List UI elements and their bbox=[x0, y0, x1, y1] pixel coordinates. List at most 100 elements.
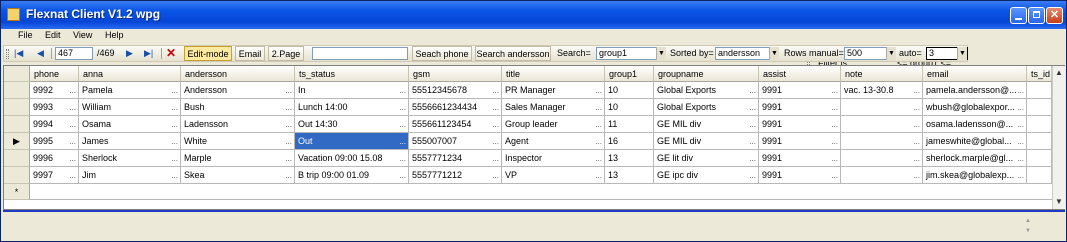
cell-ellipsis-icon[interactable]: ... bbox=[399, 82, 406, 98]
column-header-group1[interactable]: group1 bbox=[605, 66, 654, 82]
grid-cell[interactable]: Skea... bbox=[181, 167, 295, 184]
grid-cell[interactable]: White... bbox=[181, 133, 295, 150]
vertical-scrollbar[interactable]: ▲ ▼ bbox=[1052, 66, 1065, 209]
cell-ellipsis-icon[interactable]: ... bbox=[595, 82, 602, 98]
grid-cell[interactable]: 9991... bbox=[759, 82, 841, 99]
grid-cell[interactable]: 5557771212... bbox=[409, 167, 502, 184]
chevron-down-icon[interactable]: ▼ bbox=[886, 47, 896, 60]
grid-cell[interactable]: 16 bbox=[605, 133, 654, 150]
cell-ellipsis-icon[interactable]: ... bbox=[285, 150, 292, 166]
cell-ellipsis-icon[interactable]: ... bbox=[399, 133, 406, 149]
cell-ellipsis-icon[interactable]: ... bbox=[171, 99, 178, 115]
grid-cell[interactable]: Out 14:30... bbox=[295, 116, 409, 133]
grid-cell[interactable]: Jim... bbox=[79, 167, 181, 184]
delete-record-icon[interactable]: ✕ bbox=[166, 46, 176, 61]
grid-cell[interactable]: 555661123454... bbox=[409, 116, 502, 133]
cell-ellipsis-icon[interactable]: ... bbox=[399, 99, 406, 115]
grid-cell[interactable]: 9991... bbox=[759, 116, 841, 133]
search-input[interactable] bbox=[312, 47, 408, 60]
menu-file[interactable]: File bbox=[18, 30, 33, 40]
column-header-andersson[interactable]: andersson bbox=[181, 66, 295, 82]
cell-ellipsis-icon[interactable]: ... bbox=[1017, 150, 1024, 166]
status-scroll-icon[interactable]: ▲ ▼ bbox=[1023, 216, 1033, 236]
scroll-down-icon[interactable]: ▼ bbox=[1053, 196, 1065, 208]
cell-ellipsis-icon[interactable]: ... bbox=[492, 150, 499, 166]
cell-ellipsis-icon[interactable]: ... bbox=[171, 150, 178, 166]
grid-cell[interactable]: ... bbox=[841, 116, 923, 133]
grid-cell[interactable]: sherlock.marple@gl...... bbox=[923, 150, 1027, 167]
cell-ellipsis-icon[interactable]: ... bbox=[749, 167, 756, 183]
grid-cell[interactable]: 9991... bbox=[759, 99, 841, 116]
grid-cell[interactable]: GE MIL div... bbox=[654, 116, 759, 133]
grid-cell[interactable]: Bush... bbox=[181, 99, 295, 116]
cell-ellipsis-icon[interactable]: ... bbox=[399, 167, 406, 183]
cell-ellipsis-icon[interactable]: ... bbox=[285, 82, 292, 98]
grid-cell[interactable] bbox=[1027, 133, 1052, 150]
chevron-down-icon[interactable]: ▼ bbox=[769, 47, 779, 60]
grid-cell[interactable]: Sherlock... bbox=[79, 150, 181, 167]
grid-cell[interactable]: GE ipc div... bbox=[654, 167, 759, 184]
grid-cell[interactable]: 55512345678... bbox=[409, 82, 502, 99]
cell-ellipsis-icon[interactable]: ... bbox=[171, 133, 178, 149]
grid-cell[interactable]: 9994... bbox=[30, 116, 79, 133]
grid-cell[interactable]: In... bbox=[295, 82, 409, 99]
grid-cell[interactable]: 13 bbox=[605, 167, 654, 184]
grid-cell[interactable]: Agent... bbox=[502, 133, 605, 150]
grid-cell[interactable]: pamela.andersson@...... bbox=[923, 82, 1027, 99]
column-header-ts-id[interactable]: ts_id bbox=[1027, 66, 1052, 82]
row-header[interactable]: ▶ bbox=[4, 133, 30, 150]
grid-cell[interactable]: ... bbox=[841, 99, 923, 116]
cell-ellipsis-icon[interactable]: ... bbox=[492, 167, 499, 183]
grid-cell[interactable]: Ladensson... bbox=[181, 116, 295, 133]
scroll-up-icon[interactable]: ▲ bbox=[1053, 67, 1065, 79]
grid-cell[interactable]: Vacation 09:00 15.08... bbox=[295, 150, 409, 167]
column-header-assist[interactable]: assist bbox=[759, 66, 841, 82]
row-header[interactable] bbox=[4, 167, 30, 184]
grid-cell[interactable]: 11 bbox=[605, 116, 654, 133]
grid-cell[interactable]: Osama... bbox=[79, 116, 181, 133]
grid-cell[interactable]: vac. 13-30.8... bbox=[841, 82, 923, 99]
row-header[interactable] bbox=[4, 99, 30, 116]
cell-ellipsis-icon[interactable]: ... bbox=[749, 99, 756, 115]
cell-ellipsis-icon[interactable]: ... bbox=[69, 150, 76, 166]
close-button[interactable]: ✕ bbox=[1046, 7, 1063, 24]
cell-ellipsis-icon[interactable]: ... bbox=[285, 167, 292, 183]
cell-ellipsis-icon[interactable]: ... bbox=[749, 82, 756, 98]
next-record-icon[interactable]: ▶ bbox=[126, 46, 133, 61]
previous-record-icon[interactable]: ◀ bbox=[37, 46, 44, 61]
cell-ellipsis-icon[interactable]: ... bbox=[913, 133, 920, 149]
column-header-anna[interactable]: anna bbox=[79, 66, 181, 82]
last-record-icon[interactable]: ▶| bbox=[144, 46, 153, 61]
cell-ellipsis-icon[interactable]: ... bbox=[913, 150, 920, 166]
cell-ellipsis-icon[interactable]: ... bbox=[595, 167, 602, 183]
cell-ellipsis-icon[interactable]: ... bbox=[749, 150, 756, 166]
cell-ellipsis-icon[interactable]: ... bbox=[595, 99, 602, 115]
grid-cell[interactable]: 9991... bbox=[759, 167, 841, 184]
cell-ellipsis-icon[interactable]: ... bbox=[285, 99, 292, 115]
grid-cell[interactable]: 10 bbox=[605, 99, 654, 116]
cell-ellipsis-icon[interactable]: ... bbox=[492, 133, 499, 149]
cell-ellipsis-icon[interactable]: ... bbox=[69, 82, 76, 98]
menu-view[interactable]: View bbox=[73, 30, 92, 40]
cell-ellipsis-icon[interactable]: ... bbox=[171, 167, 178, 183]
cell-ellipsis-icon[interactable]: ... bbox=[399, 116, 406, 132]
grid-cell[interactable]: 9997... bbox=[30, 167, 79, 184]
grid-cell[interactable]: Group leader... bbox=[502, 116, 605, 133]
cell-ellipsis-icon[interactable]: ... bbox=[1017, 116, 1024, 132]
grid-cell[interactable]: Lunch 14:00... bbox=[295, 99, 409, 116]
cell-ellipsis-icon[interactable]: ... bbox=[831, 133, 838, 149]
first-record-icon[interactable]: |◀ bbox=[14, 46, 23, 61]
grid-cell[interactable]: Andersson... bbox=[181, 82, 295, 99]
cell-ellipsis-icon[interactable]: ... bbox=[1017, 167, 1024, 183]
grid-cell[interactable]: jameswhite@global...... bbox=[923, 133, 1027, 150]
grid-cell[interactable]: James... bbox=[79, 133, 181, 150]
chevron-down-icon[interactable]: ▼ bbox=[656, 47, 666, 60]
chevron-down-icon[interactable]: ▼ bbox=[957, 47, 967, 60]
maximize-button[interactable] bbox=[1028, 7, 1045, 24]
cell-ellipsis-icon[interactable]: ... bbox=[1017, 82, 1024, 98]
grid-cell[interactable]: 9991... bbox=[759, 150, 841, 167]
cell-ellipsis-icon[interactable]: ... bbox=[831, 99, 838, 115]
cell-ellipsis-icon[interactable]: ... bbox=[913, 82, 920, 98]
search-phone-button[interactable]: Seach phone bbox=[412, 46, 472, 61]
grid-cell[interactable]: 555007007... bbox=[409, 133, 502, 150]
